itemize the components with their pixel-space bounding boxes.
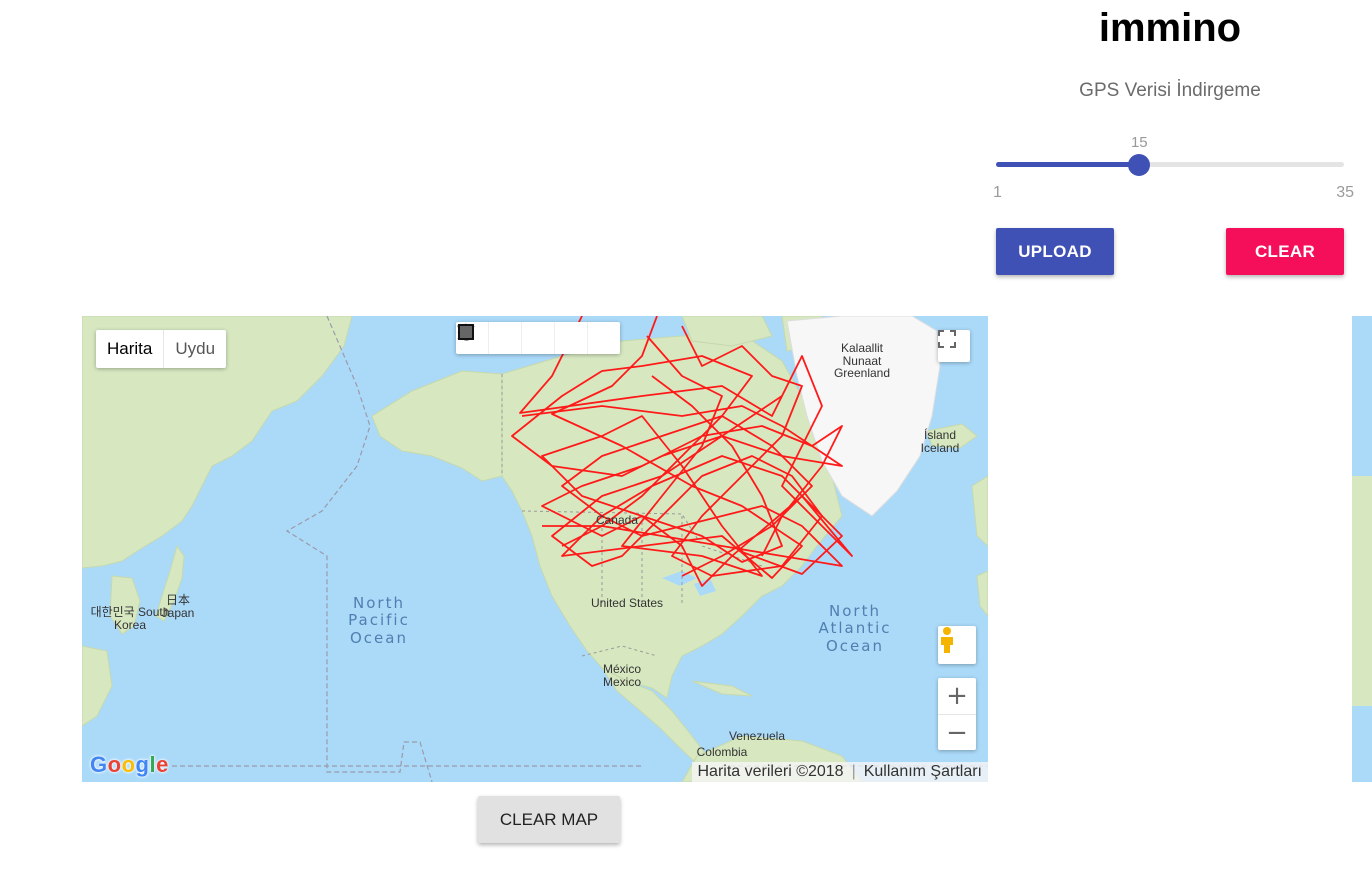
google-logo[interactable]: Google (90, 752, 169, 778)
second-map-land (1352, 476, 1372, 706)
attribution-separator: | (851, 763, 856, 780)
map-canvas[interactable] (82, 316, 988, 782)
terms-link[interactable]: Kullanım Şartları (864, 763, 982, 781)
map-label-iceland: Ísland Iceland (920, 428, 960, 455)
circle-icon[interactable] (458, 322, 522, 354)
map-type-control[interactable]: Harita Uydu (96, 330, 227, 368)
clear-map-button[interactable]: CLEAR MAP (478, 796, 620, 843)
map-data-credit[interactable]: Harita verileri ©2018 (698, 763, 844, 781)
zoom-in-button[interactable]: + (938, 678, 976, 715)
slider-track[interactable] (996, 162, 1344, 167)
map-view[interactable]: Harita Uydu Kalaallit Nunaat Greenland Í… (82, 316, 988, 782)
map-attribution: Harita verileri ©2018 | Kullanım Şartlar… (691, 762, 988, 782)
pegman-icon (941, 627, 953, 653)
map-label-mexico: México Mexico (602, 662, 641, 689)
street-view-pegman[interactable] (938, 626, 976, 664)
fullscreen-icon (938, 330, 956, 348)
slider-thumb[interactable] (1128, 154, 1151, 176)
slider-min-label: 1 (993, 184, 1002, 201)
map-label-north-atlantic: North Atlantic Ocean (818, 602, 892, 655)
map-type-harita[interactable]: Harita (96, 330, 163, 368)
slider-max-label: 35 (1336, 184, 1354, 201)
map-label-united-states: United States (590, 596, 664, 610)
polyline-icon[interactable] (457, 322, 588, 354)
map-label-greenland: Kalaallit Nunaat Greenland (833, 341, 891, 381)
upload-button[interactable]: UPLOAD (996, 228, 1114, 275)
map-label-north-pacific: North Pacific Ocean (348, 594, 410, 647)
map-label-canada: Canada (595, 513, 639, 527)
zoom-out-button[interactable]: − (938, 715, 976, 751)
drawing-toolbar[interactable] (456, 322, 620, 354)
map-label-venezuela: Venezuela (728, 729, 786, 743)
map-type-uydu[interactable]: Uydu (163, 330, 226, 368)
clear-button[interactable]: CLEAR (1226, 228, 1344, 275)
slider-value-label: 15 (1130, 134, 1148, 151)
zoom-control[interactable]: + − (938, 678, 976, 750)
rectangle-icon[interactable] (458, 322, 620, 354)
map-label-south-korea: 대한민국 South Korea (90, 605, 170, 632)
second-map-edge[interactable] (1352, 316, 1372, 782)
reduction-slider[interactable]: 15 1 35 (993, 134, 1354, 204)
app-title: immino (1098, 6, 1242, 50)
map-label-colombia: Colombia (696, 745, 748, 759)
slider-fill (996, 162, 1140, 167)
fullscreen-button[interactable] (938, 330, 970, 362)
slider-label: GPS Verisi İndirgeme (1079, 80, 1261, 101)
polygon-icon[interactable] (457, 322, 555, 354)
